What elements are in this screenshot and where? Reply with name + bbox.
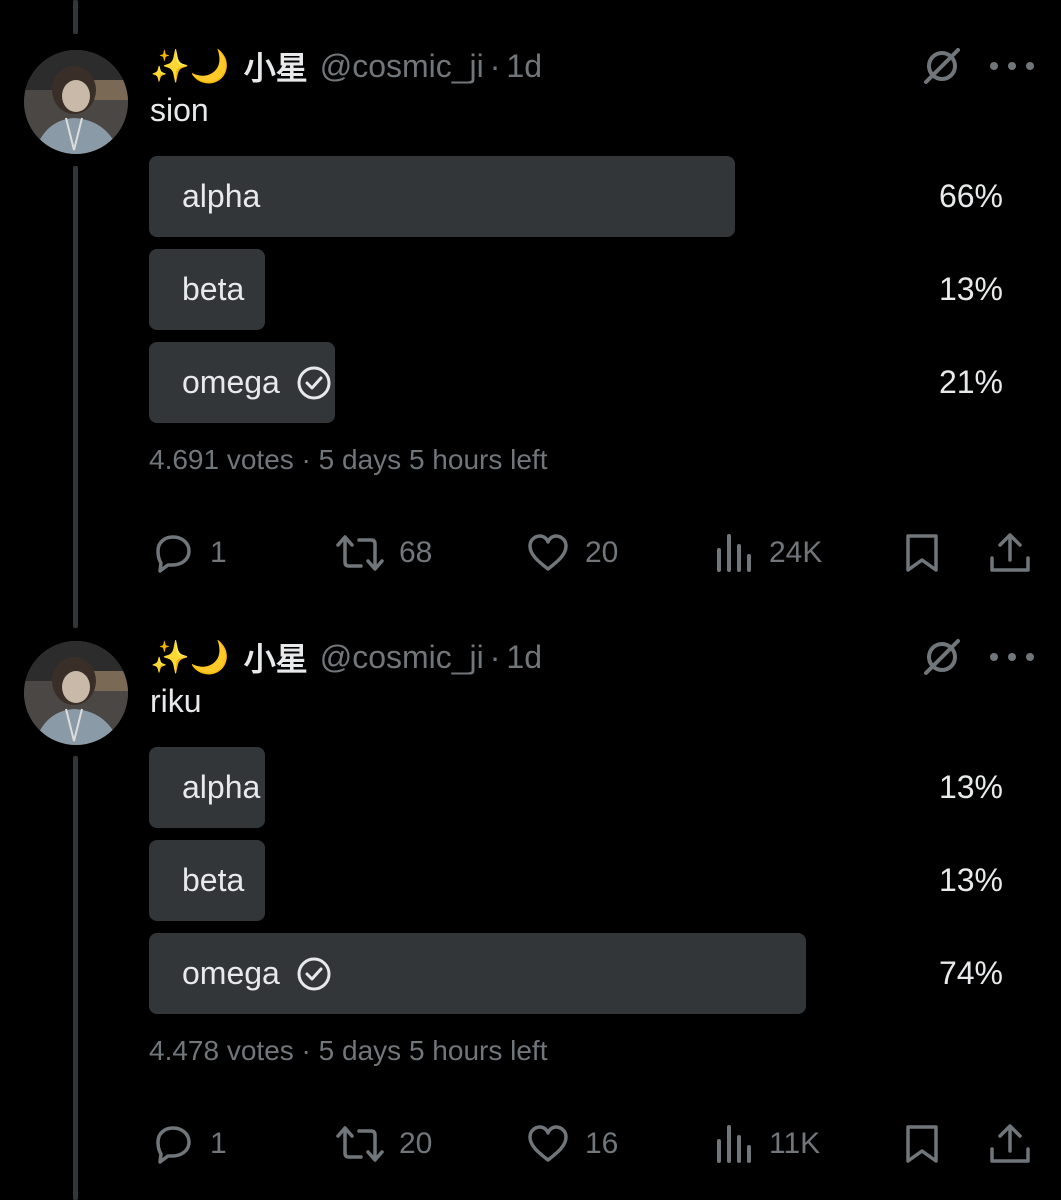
poll-option: alpha 13% bbox=[149, 747, 1011, 828]
like-count: 20 bbox=[585, 536, 619, 569]
display-name[interactable]: 小星 bbox=[244, 43, 308, 89]
share-icon bbox=[990, 1124, 1030, 1163]
bookmark-icon bbox=[906, 534, 938, 572]
bookmark-button[interactable] bbox=[902, 1119, 956, 1169]
tweet-text: riku bbox=[150, 683, 202, 719]
poll-meta: 4.691 votes · 5 days 5 hours left bbox=[149, 444, 548, 475]
share-icon bbox=[990, 533, 1030, 572]
heart-icon bbox=[528, 534, 568, 571]
poll-percent: 21% bbox=[938, 364, 1003, 400]
poll: alpha 13% beta 13% omega 74% bbox=[149, 747, 1011, 1026]
reply-button[interactable]: 1 bbox=[150, 1119, 227, 1169]
poll-option-label: alpha bbox=[182, 769, 261, 805]
poll-option-label: omega bbox=[182, 342, 332, 423]
poll-option-label: beta bbox=[182, 862, 245, 898]
more-icon[interactable] bbox=[990, 643, 1034, 671]
bookmark-button[interactable] bbox=[902, 528, 956, 578]
poll-option: beta 13% bbox=[149, 840, 1011, 921]
timestamp[interactable]: 1d bbox=[506, 639, 542, 676]
poll-option: omega 74% bbox=[149, 933, 1011, 1014]
repost-count: 68 bbox=[399, 536, 433, 569]
reply-count: 1 bbox=[210, 536, 227, 569]
grok-icon[interactable] bbox=[918, 42, 966, 90]
repost-button[interactable]: 20 bbox=[335, 1119, 432, 1169]
name-emoji: ✨🌙 bbox=[150, 48, 230, 84]
repost-icon bbox=[336, 535, 384, 571]
reply-icon bbox=[156, 1126, 191, 1164]
heart-icon bbox=[528, 1125, 568, 1162]
user-handle[interactable]: @cosmic_ji bbox=[320, 48, 484, 85]
more-icon[interactable] bbox=[990, 52, 1034, 80]
action-bar: 1 68 20 24K bbox=[150, 528, 1035, 578]
reply-icon bbox=[156, 535, 191, 573]
share-button[interactable] bbox=[988, 528, 1046, 578]
tweet-2[interactable]: ✨🌙 小星 @cosmic_ji · 1d riku alpha 13% bet… bbox=[0, 591, 1061, 1181]
tweet-text: sion bbox=[150, 92, 209, 128]
timeline: ✨🌙 小星 @cosmic_ji · 1d sion alpha 66% bet… bbox=[0, 0, 1061, 1200]
tweet-header: ✨🌙 小星 @cosmic_ji · 1d bbox=[150, 44, 542, 88]
poll-percent: 13% bbox=[938, 862, 1003, 898]
name-emoji: ✨🌙 bbox=[150, 639, 230, 675]
like-count: 16 bbox=[585, 1127, 619, 1160]
views-icon bbox=[717, 534, 751, 572]
reply-count: 1 bbox=[210, 1127, 227, 1160]
action-bar: 1 20 16 11K bbox=[150, 1119, 1035, 1169]
separator-dot: · bbox=[489, 47, 501, 84]
timestamp[interactable]: 1d bbox=[506, 48, 542, 85]
view-count: 24K bbox=[769, 536, 823, 569]
poll-percent: 13% bbox=[938, 769, 1003, 805]
vote-count: 4.691 votes bbox=[149, 444, 294, 475]
poll-percent: 13% bbox=[938, 271, 1003, 307]
poll-option: omega 21% bbox=[149, 342, 1011, 423]
poll-option-label: omega bbox=[182, 933, 332, 1014]
separator-dot: · bbox=[489, 638, 501, 675]
time-left: 5 days 5 hours left bbox=[318, 1035, 548, 1066]
display-name[interactable]: 小星 bbox=[244, 634, 308, 680]
poll-option: alpha 66% bbox=[149, 156, 1011, 237]
grok-icon[interactable] bbox=[918, 633, 966, 681]
views-button[interactable]: 11K bbox=[715, 1119, 820, 1169]
share-button[interactable] bbox=[988, 1119, 1046, 1169]
avatar[interactable] bbox=[24, 641, 128, 745]
repost-button[interactable]: 68 bbox=[335, 528, 432, 578]
reply-button[interactable]: 1 bbox=[150, 528, 227, 578]
views-button[interactable]: 24K bbox=[715, 528, 822, 578]
time-left: 5 days 5 hours left bbox=[318, 444, 548, 475]
bookmark-icon bbox=[906, 1125, 938, 1163]
avatar[interactable] bbox=[24, 50, 128, 154]
poll-option-label: alpha bbox=[182, 178, 261, 214]
like-button[interactable]: 20 bbox=[525, 528, 618, 578]
tweet-header: ✨🌙 小星 @cosmic_ji · 1d bbox=[150, 635, 542, 679]
user-handle[interactable]: @cosmic_ji bbox=[320, 639, 484, 676]
poll-percent: 66% bbox=[938, 178, 1003, 214]
poll-option-label: beta bbox=[182, 271, 245, 307]
poll: alpha 66% beta 13% omega 21% bbox=[149, 156, 1011, 435]
poll-meta: 4.478 votes · 5 days 5 hours left bbox=[149, 1035, 548, 1066]
poll-percent: 74% bbox=[938, 955, 1003, 991]
like-button[interactable]: 16 bbox=[525, 1119, 618, 1169]
view-count: 11K bbox=[769, 1127, 821, 1160]
tweet-1[interactable]: ✨🌙 小星 @cosmic_ji · 1d sion alpha 66% bet… bbox=[0, 0, 1061, 590]
poll-option: beta 13% bbox=[149, 249, 1011, 330]
views-icon bbox=[717, 1125, 751, 1163]
check-circle-icon bbox=[296, 956, 332, 992]
vote-count: 4.478 votes bbox=[149, 1035, 294, 1066]
repost-count: 20 bbox=[399, 1127, 433, 1160]
check-circle-icon bbox=[296, 365, 332, 401]
repost-icon bbox=[336, 1126, 384, 1162]
